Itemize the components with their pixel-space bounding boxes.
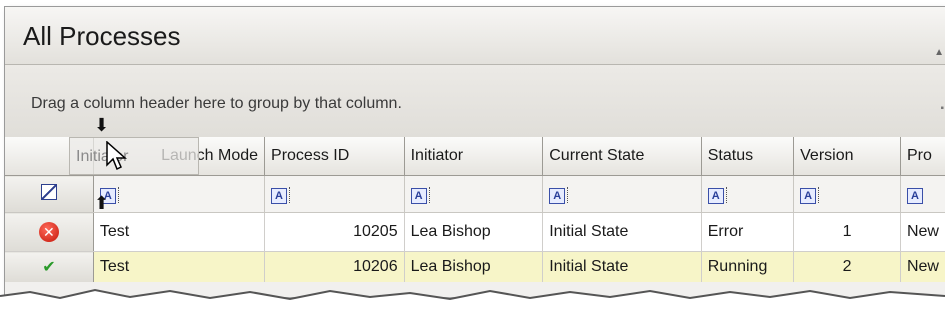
column-header-pro[interactable]: Pro — [900, 137, 945, 176]
filter-cell-pro[interactable]: A — [900, 175, 945, 213]
filter-operator-icon[interactable]: A — [549, 188, 566, 204]
group-by-hint: Drag a column header here to group by th… — [31, 95, 402, 112]
scroll-indicator-icon[interactable]: ▲ — [934, 47, 944, 58]
cell-initiator[interactable]: Lea Bishop — [404, 251, 544, 282]
row-selector[interactable]: ✕ — [5, 212, 94, 252]
table-row[interactable]: ✕ Test 10205 Lea Bishop Initial State Er… — [5, 212, 945, 252]
table-row[interactable]: ✔ Test 10206 Lea Bishop Initial State Ru… — [5, 251, 945, 282]
cell-pro[interactable]: New — [900, 212, 945, 252]
cell-current-state[interactable]: Initial State — [542, 251, 702, 282]
column-header-process-id[interactable]: Process ID — [264, 137, 405, 176]
title-bar: All Processes ▲ — [5, 7, 945, 65]
cell-status[interactable]: Error — [701, 212, 795, 252]
cell-current-state[interactable]: Initial State — [542, 212, 702, 252]
filter-cell-initiator[interactable]: A — [404, 175, 544, 213]
group-panel-tick-icon: ▪ — [940, 103, 944, 114]
row-selector[interactable]: ✔ — [5, 251, 94, 282]
all-processes-panel: All Processes ▲ Drag a column header her… — [4, 6, 945, 297]
filter-operator-icon[interactable]: A — [800, 188, 817, 204]
filter-cell-version[interactable]: A — [793, 175, 901, 213]
cell-launch-mode[interactable]: Test — [93, 212, 266, 252]
filter-cell-status[interactable]: A — [701, 175, 795, 213]
ok-icon: ✔ — [42, 259, 56, 276]
cell-initiator[interactable]: Lea Bishop — [404, 212, 544, 252]
drop-indicator-down-arrow-icon: ⬇ — [94, 115, 110, 135]
error-icon: ✕ — [38, 222, 59, 242]
filter-row: A A A A A A A — [5, 175, 945, 213]
cell-process-id[interactable]: 10205 — [264, 212, 405, 252]
filter-row-selector[interactable] — [5, 175, 94, 213]
cell-status[interactable]: Running — [701, 251, 795, 282]
column-header-current-state[interactable]: Current State — [542, 137, 702, 176]
mouse-pointer-icon — [106, 141, 127, 171]
filter-cell-process-id[interactable]: A — [264, 175, 405, 213]
cell-launch-mode[interactable]: Test — [93, 251, 266, 282]
drop-indicator-up-arrow-icon: ⬆ — [94, 193, 110, 213]
torn-edge-decoration — [0, 288, 945, 326]
filter-operator-icon[interactable]: A — [410, 188, 427, 204]
filter-operator-icon[interactable]: A — [906, 188, 923, 204]
page-title: All Processes — [23, 21, 181, 51]
cell-pro[interactable]: New — [900, 251, 945, 282]
cell-version[interactable]: 1 — [793, 212, 901, 252]
column-header-status[interactable]: Status — [701, 137, 795, 176]
filter-operator-icon[interactable]: A — [707, 188, 724, 204]
filter-operator-icon[interactable]: A — [271, 188, 288, 204]
filter-cell-current-state[interactable]: A — [542, 175, 702, 213]
dragged-column-ghost[interactable]: Initiator — [69, 137, 199, 175]
cell-version[interactable]: 2 — [793, 251, 901, 282]
column-header-version[interactable]: Version — [793, 137, 901, 176]
column-header-initiator[interactable]: Initiator — [404, 137, 544, 176]
group-by-panel[interactable]: Drag a column header here to group by th… — [5, 65, 945, 137]
filter-cell-launch-mode[interactable]: A — [93, 175, 266, 213]
cell-process-id[interactable]: 10206 — [264, 251, 405, 282]
clear-filter-icon[interactable] — [40, 183, 57, 200]
